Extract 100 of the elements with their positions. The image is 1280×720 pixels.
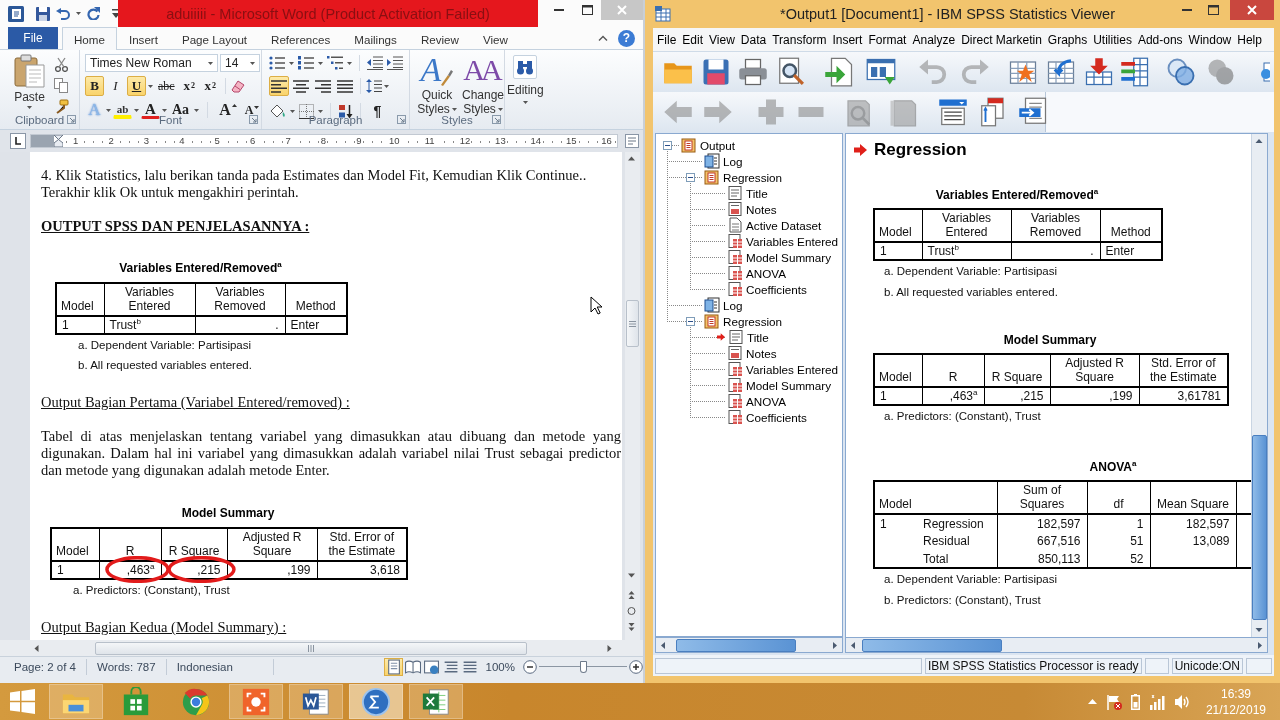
- save-icon[interactable]: [36, 6, 50, 21]
- paste-button[interactable]: Paste: [14, 54, 45, 112]
- heading-bar-icon[interactable]: [938, 97, 968, 127]
- tab-selector-icon[interactable]: [10, 133, 26, 149]
- printer-icon[interactable]: [738, 57, 768, 87]
- tree-item[interactable]: Title: [717, 329, 769, 345]
- dialog-launcher-icon[interactable]: [397, 115, 406, 124]
- taskbar-button[interactable]: [289, 684, 343, 719]
- ribbon-tab[interactable]: Mailings: [342, 28, 409, 49]
- menu-item[interactable]: Format: [865, 32, 910, 47]
- tree-item[interactable]: Log: [704, 297, 743, 313]
- shrink-font-button[interactable]: A: [241, 100, 263, 120]
- underline-button[interactable]: U: [127, 76, 146, 96]
- caret-up-icon[interactable]: [1087, 699, 1097, 704]
- tree-item[interactable]: Regression: [704, 313, 783, 329]
- copy-icon[interactable]: [54, 78, 68, 93]
- flag-icon[interactable]: [1105, 693, 1122, 710]
- tree-item[interactable]: Title: [727, 185, 768, 201]
- scroll-thumb[interactable]: [95, 641, 527, 655]
- ribbon-tab[interactable]: Page Layout: [169, 28, 260, 49]
- tree-item[interactable]: Variables Entered: [727, 361, 839, 377]
- collapse-ribbon-icon[interactable]: [598, 35, 608, 41]
- text-page-icon[interactable]: [1018, 97, 1048, 127]
- page-count[interactable]: Page: 2 of 4: [0, 659, 88, 675]
- eraser-icon[interactable]: [230, 79, 246, 93]
- tree-item[interactable]: Log: [704, 153, 743, 169]
- down-arrow-table-icon[interactable]: [1084, 57, 1114, 87]
- menu-item[interactable]: Utilities: [1090, 32, 1135, 47]
- menu-item[interactable]: Data: [737, 32, 770, 47]
- font-size-dropdown[interactable]: 14: [220, 54, 260, 72]
- zoom-level[interactable]: 100%: [485, 661, 515, 673]
- strikethrough-button[interactable]: abc: [155, 76, 178, 96]
- paint-bucket-icon[interactable]: [269, 103, 286, 119]
- magnifier-page-icon[interactable]: [776, 57, 806, 87]
- line-spacing-icon[interactable]: [366, 79, 382, 93]
- multilevel-list-icon[interactable]: [327, 56, 343, 70]
- tree-item[interactable]: Coefficients: [727, 281, 807, 297]
- show-marks-button[interactable]: ¶: [368, 101, 387, 121]
- menu-item[interactable]: Analyze: [909, 32, 959, 47]
- taskbar-button[interactable]: [229, 684, 283, 719]
- font-name-dropdown[interactable]: Times New Roman: [85, 54, 218, 72]
- file-tab[interactable]: File: [8, 27, 58, 49]
- close-button[interactable]: [1230, 0, 1274, 20]
- customize-icon[interactable]: [112, 9, 120, 18]
- indent-marker-icon[interactable]: [54, 135, 63, 147]
- scroll-thumb[interactable]: [676, 638, 796, 652]
- menu-item[interactable]: Insert: [829, 32, 866, 47]
- start-button-icon[interactable]: [10, 689, 35, 714]
- align-left-button[interactable]: [269, 76, 289, 96]
- scroll-thumb[interactable]: [626, 300, 639, 347]
- export-page-icon[interactable]: [824, 57, 854, 87]
- menu-item[interactable]: Edit: [679, 32, 707, 47]
- word-count[interactable]: Words: 787: [87, 659, 167, 675]
- grow-font-button[interactable]: A: [216, 100, 240, 120]
- menu-item[interactable]: Graphs: [1044, 32, 1091, 47]
- tree-item[interactable]: Variables Entered: [727, 233, 839, 249]
- collapse-icon[interactable]: [663, 140, 672, 150]
- browse-object-icon[interactable]: [625, 606, 638, 616]
- view-ruler-icon[interactable]: [625, 134, 639, 148]
- circles-icon[interactable]: [1166, 57, 1196, 87]
- document-app-icon[interactable]: [8, 5, 24, 22]
- numbering-icon[interactable]: [298, 56, 314, 70]
- zoom-in-icon[interactable]: [629, 660, 643, 674]
- increase-indent-icon[interactable]: [387, 56, 403, 70]
- highlight-button[interactable]: ab: [113, 101, 132, 119]
- print-layout-icon[interactable]: [384, 659, 402, 675]
- help-button[interactable]: ?: [618, 29, 635, 47]
- variables-table-icon[interactable]: [1120, 57, 1150, 87]
- battery-icon[interactable]: [1130, 693, 1140, 710]
- bold-button[interactable]: B: [85, 76, 104, 96]
- dialog-launcher-icon[interactable]: [492, 115, 501, 124]
- font-color-button[interactable]: A: [141, 101, 160, 119]
- menu-item[interactable]: Help: [1234, 32, 1265, 47]
- ribbon-tab[interactable]: View: [470, 28, 520, 49]
- ribbon-tab[interactable]: References: [259, 28, 343, 49]
- menu-item[interactable]: Direct Marketin: [958, 32, 1045, 47]
- undo-icon[interactable]: [56, 7, 70, 20]
- web-page-icon[interactable]: [422, 659, 440, 675]
- tree-item[interactable]: Coefficients: [727, 409, 807, 425]
- language-indicator[interactable]: Indonesian: [166, 659, 274, 675]
- superscript-button[interactable]: x$^{2}$: [200, 76, 220, 96]
- decrease-indent-icon[interactable]: [367, 56, 383, 70]
- signal-icon[interactable]: [1148, 693, 1165, 710]
- tree-item[interactable]: Notes: [727, 345, 777, 361]
- scroll-thumb[interactable]: [862, 638, 1002, 652]
- tree-item[interactable]: Model Summary: [727, 249, 832, 265]
- tree-item[interactable]: ANOVA: [727, 393, 787, 409]
- open-book-icon[interactable]: [403, 659, 421, 675]
- slider-thumb[interactable]: [580, 661, 587, 673]
- tree-item[interactable]: ANOVA: [727, 265, 787, 281]
- taskbar-button[interactable]: [349, 684, 403, 719]
- bullets-icon[interactable]: [269, 56, 285, 70]
- dialog-launcher-icon[interactable]: [249, 115, 258, 124]
- app-icon[interactable]: [655, 6, 671, 22]
- zoom-out-icon[interactable]: [523, 660, 537, 674]
- table-arrow-icon[interactable]: [1046, 57, 1076, 87]
- redo-icon[interactable]: [87, 7, 100, 20]
- tree-item[interactable]: Notes: [727, 201, 777, 217]
- collapse-icon[interactable]: [686, 316, 695, 326]
- dialog-window-icon[interactable]: [866, 57, 896, 87]
